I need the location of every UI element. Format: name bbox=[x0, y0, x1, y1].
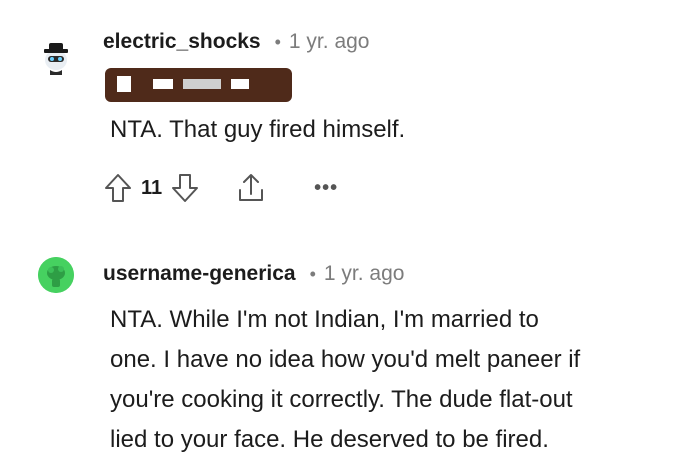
comment-body-line: one. I have no idea how you'd melt panee… bbox=[110, 346, 581, 373]
comment-body-line: NTA. While I'm not Indian, I'm married t… bbox=[110, 306, 539, 333]
comment-header: electric_shocks • 1 yr. ago bbox=[103, 30, 369, 54]
more-options-icon[interactable]: ••• bbox=[314, 177, 338, 200]
comment-body-line: you're cooking it correctly. The dude fl… bbox=[110, 386, 573, 413]
downvote-arrow-icon[interactable] bbox=[170, 172, 200, 204]
vote-score: 11 bbox=[141, 176, 163, 199]
green-avatar-icon[interactable] bbox=[38, 257, 74, 293]
snoo-avatar-icon[interactable] bbox=[38, 40, 74, 76]
upvote-arrow-icon[interactable] bbox=[103, 172, 133, 204]
comment-body: NTA. While I'm not Indian, I'm married t… bbox=[110, 300, 670, 460]
separator-dot: • bbox=[309, 264, 316, 284]
separator-dot: • bbox=[274, 32, 281, 52]
comment-header: username-generica • 1 yr. ago bbox=[103, 262, 404, 286]
timestamp[interactable]: 1 yr. ago bbox=[324, 262, 405, 286]
username[interactable]: electric_shocks bbox=[103, 30, 261, 54]
comment-actions: 11 ••• bbox=[103, 168, 338, 208]
comment-thread: electric_shocks • 1 yr. ago NTA. That gu… bbox=[0, 0, 700, 469]
comment-body: NTA. That guy fired himself. bbox=[110, 116, 406, 143]
redacted-flair bbox=[105, 68, 292, 102]
timestamp[interactable]: 1 yr. ago bbox=[289, 30, 370, 54]
share-icon[interactable] bbox=[236, 172, 266, 204]
username[interactable]: username-generica bbox=[103, 262, 296, 286]
comment-body-line: lied to your face. He deserved to be fir… bbox=[110, 426, 549, 453]
